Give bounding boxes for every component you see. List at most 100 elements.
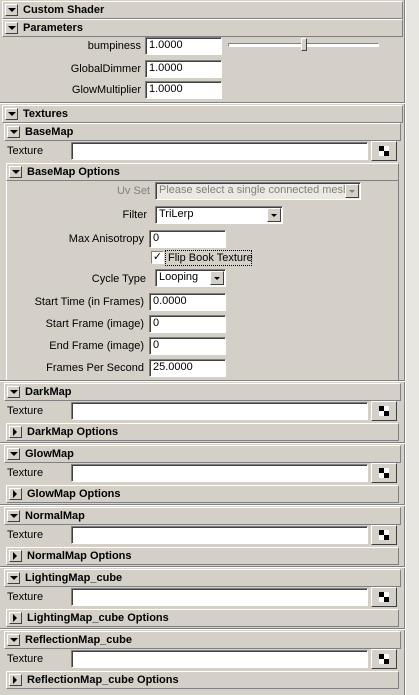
lightingmap-header[interactable]: LightingMap_cube — [4, 569, 401, 587]
normalmap-title: NormalMap — [25, 510, 85, 522]
start-frame-label: Start Frame (image) — [45, 318, 144, 330]
glowmultiplier-field[interactable]: 1.0000 — [145, 81, 222, 99]
glowmap-options-title: GlowMap Options — [27, 488, 121, 500]
reflectionmap-header[interactable]: ReflectionMap_cube — [4, 631, 401, 649]
basemap-options-header[interactable]: BaseMap Options — [6, 163, 399, 181]
darkmap-header[interactable]: DarkMap — [4, 383, 401, 401]
expand-icon[interactable] — [9, 426, 22, 438]
start-time-label: Start Time (in Frames) — [34, 296, 144, 308]
lightingmap-map-button[interactable] — [371, 587, 397, 607]
attribute-editor-panel: Custom Shader Parameters bumpiness 1.000… — [0, 0, 405, 695]
darkmap-options-header[interactable]: DarkMap Options — [6, 423, 399, 441]
basemap-map-button[interactable] — [371, 141, 397, 161]
filter-dropdown[interactable]: TriLerp — [155, 206, 283, 224]
flipbook-checkbox[interactable]: ✓ — [151, 251, 164, 264]
parameters-header[interactable]: Parameters — [2, 19, 403, 37]
fps-field[interactable]: 25.0000 — [149, 359, 226, 377]
texture-label: Texture — [7, 529, 44, 541]
reflectionmap-texture-field[interactable] — [71, 650, 368, 668]
chevron-down-icon[interactable] — [210, 271, 224, 285]
checker-map-icon — [379, 468, 389, 478]
textures-title: Textures — [23, 108, 69, 120]
expand-icon[interactable] — [9, 612, 22, 624]
normalmap-options-title: NormalMap Options — [27, 550, 132, 562]
chevron-down-icon — [345, 184, 359, 198]
basemap-header[interactable]: BaseMap — [4, 123, 401, 141]
max-anisotropy-label: Max Anisotropy — [68, 233, 144, 245]
glowmap-header[interactable]: GlowMap — [4, 445, 401, 463]
darkmap-title: DarkMap — [25, 386, 72, 398]
divider — [0, 504, 405, 506]
reflectionmap-title: ReflectionMap_cube — [25, 634, 132, 646]
collapse-icon[interactable] — [5, 22, 18, 34]
flipbook-label[interactable]: Flip Book Texture — [168, 250, 253, 266]
checker-map-icon — [379, 406, 389, 416]
cycle-type-label: Cycle Type — [91, 273, 146, 285]
lightingmap-options-header[interactable]: LightingMap_cube Options — [6, 609, 399, 627]
darkmap-texture-field[interactable] — [71, 402, 368, 420]
texture-label: Texture — [7, 145, 44, 157]
start-frame-field[interactable]: 0 — [149, 315, 226, 333]
bumpiness-label: bumpiness — [87, 40, 141, 52]
glowmap-options-header[interactable]: GlowMap Options — [6, 485, 399, 503]
start-time-field[interactable]: 0.0000 — [149, 293, 226, 311]
custom-shader-header[interactable]: Custom Shader — [2, 1, 403, 19]
texture-label: Texture — [7, 467, 44, 479]
divider — [0, 628, 405, 630]
textures-header[interactable]: Textures — [2, 105, 403, 123]
end-frame-field[interactable]: 0 — [149, 337, 226, 355]
normalmap-texture-field[interactable] — [71, 526, 368, 544]
glowmap-map-button[interactable] — [371, 463, 397, 483]
filter-label: Filter — [122, 209, 147, 221]
basemap-title: BaseMap — [25, 126, 74, 138]
checker-map-icon — [379, 654, 389, 664]
filter-value: TriLerp — [159, 208, 194, 220]
darkmap-map-button[interactable] — [371, 401, 397, 421]
uv-set-label: Uv Set — [116, 185, 150, 197]
vertical-scrollbar[interactable] — [405, 0, 419, 695]
globaldimmer-label: GlobalDimmer — [70, 63, 141, 75]
fps-label: Frames Per Second — [46, 362, 144, 374]
glowmap-title: GlowMap — [25, 448, 74, 460]
normalmap-header[interactable]: NormalMap — [4, 507, 401, 525]
glowmap-texture-field[interactable] — [71, 464, 368, 482]
texture-label: Texture — [7, 591, 44, 603]
basemap-texture-field[interactable] — [71, 142, 368, 160]
max-anisotropy-field[interactable]: 0 — [149, 230, 226, 248]
divider — [0, 380, 405, 382]
normalmap-map-button[interactable] — [371, 525, 397, 545]
globaldimmer-field[interactable]: 1.0000 — [145, 60, 222, 78]
end-frame-label: End Frame (image) — [49, 340, 144, 352]
checker-map-icon — [379, 530, 389, 540]
reflectionmap-options-header[interactable]: ReflectionMap_cube Options — [6, 671, 399, 689]
uv-set-value: Please select a single connected mesh — [159, 184, 350, 196]
checker-map-icon — [379, 146, 389, 156]
lightingmap-texture-field[interactable] — [71, 588, 368, 606]
collapse-icon[interactable] — [5, 4, 18, 16]
uv-set-dropdown: Please select a single connected mesh — [155, 182, 361, 200]
normalmap-options-header[interactable]: NormalMap Options — [6, 547, 399, 565]
expand-icon[interactable] — [9, 674, 22, 686]
collapse-icon[interactable] — [7, 510, 20, 522]
reflectionmap-map-button[interactable] — [371, 649, 397, 669]
bumpiness-slider-thumb[interactable] — [301, 38, 307, 51]
custom-shader-title: Custom Shader — [23, 4, 105, 16]
glowmultiplier-label: GlowMultiplier — [71, 84, 141, 96]
cycle-type-value: Looping — [159, 271, 199, 283]
expand-icon[interactable] — [9, 488, 22, 500]
cycle-type-dropdown[interactable]: Looping — [155, 269, 226, 287]
divider — [0, 442, 405, 444]
expand-icon[interactable] — [9, 550, 22, 562]
collapse-icon[interactable] — [7, 634, 20, 646]
collapse-icon[interactable] — [7, 386, 20, 398]
bumpiness-field[interactable]: 1.0000 — [145, 37, 222, 55]
chevron-down-icon[interactable] — [267, 208, 281, 222]
collapse-icon[interactable] — [9, 166, 22, 178]
collapse-icon[interactable] — [7, 126, 20, 138]
collapse-icon[interactable] — [5, 108, 18, 120]
lightingmap-options-title: LightingMap_cube Options — [27, 612, 169, 624]
texture-label: Texture — [7, 653, 44, 665]
divider — [0, 102, 405, 104]
collapse-icon[interactable] — [7, 572, 20, 584]
collapse-icon[interactable] — [7, 448, 20, 460]
